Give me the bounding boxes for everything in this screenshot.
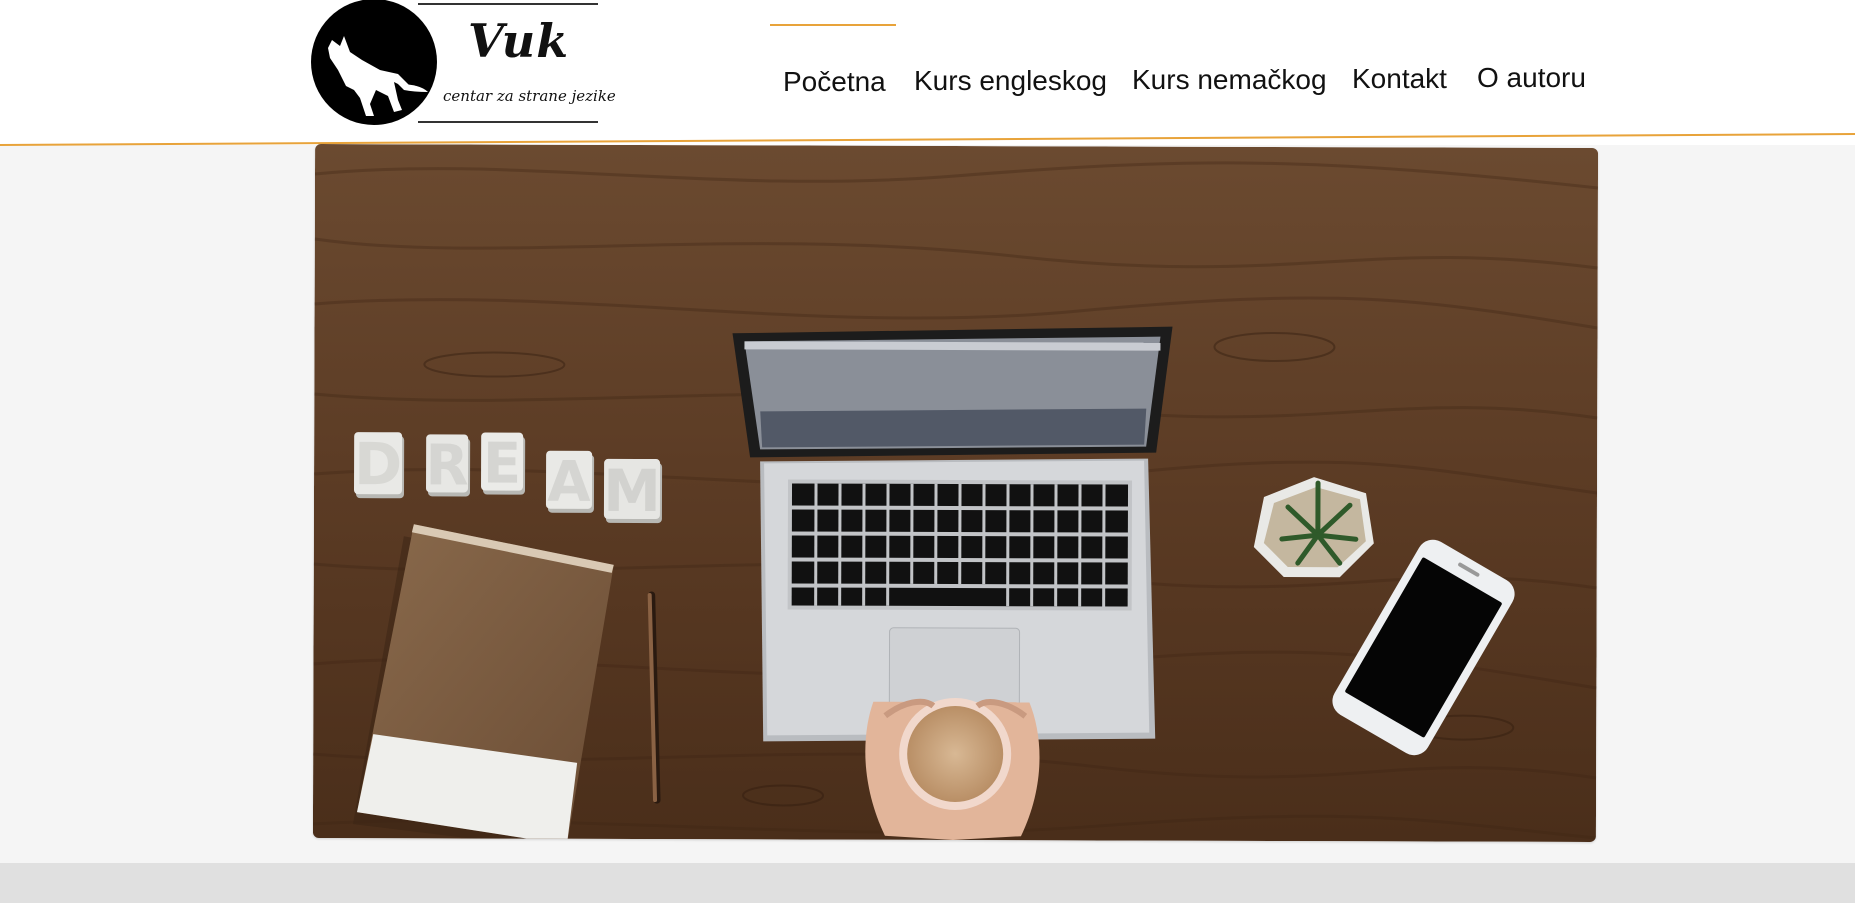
header-divider <box>0 133 1855 146</box>
brand-logo[interactable]: Vuk centar za strane jezike <box>310 0 616 130</box>
laptop <box>732 326 1173 742</box>
svg-text:R: R <box>425 433 468 498</box>
svg-text:M: M <box>603 457 661 525</box>
nav-item-pocetna[interactable]: Početna <box>783 66 886 98</box>
site-header: Vuk centar za strane jezike Početna Kurs… <box>0 0 1855 145</box>
footer-strip <box>0 863 1855 903</box>
nav-item-kurs-engleskog[interactable]: Kurs engleskog <box>914 65 1107 97</box>
coffee-cup <box>865 698 1040 840</box>
svg-text:D: D <box>354 430 402 498</box>
brand-name: Vuk <box>468 14 570 68</box>
svg-text:A: A <box>547 450 591 515</box>
hero-image: D R E A M <box>312 143 1599 843</box>
nav-active-indicator <box>770 24 896 26</box>
nav-item-kurs-nemackog[interactable]: Kurs nemačkog <box>1132 64 1327 96</box>
nav-item-kontakt[interactable]: Kontakt <box>1352 63 1447 95</box>
brand-tagline: centar za strane jezike <box>443 87 616 105</box>
nav-item-o-autoru[interactable]: O autoru <box>1477 62 1586 94</box>
svg-text:E: E <box>483 432 521 497</box>
